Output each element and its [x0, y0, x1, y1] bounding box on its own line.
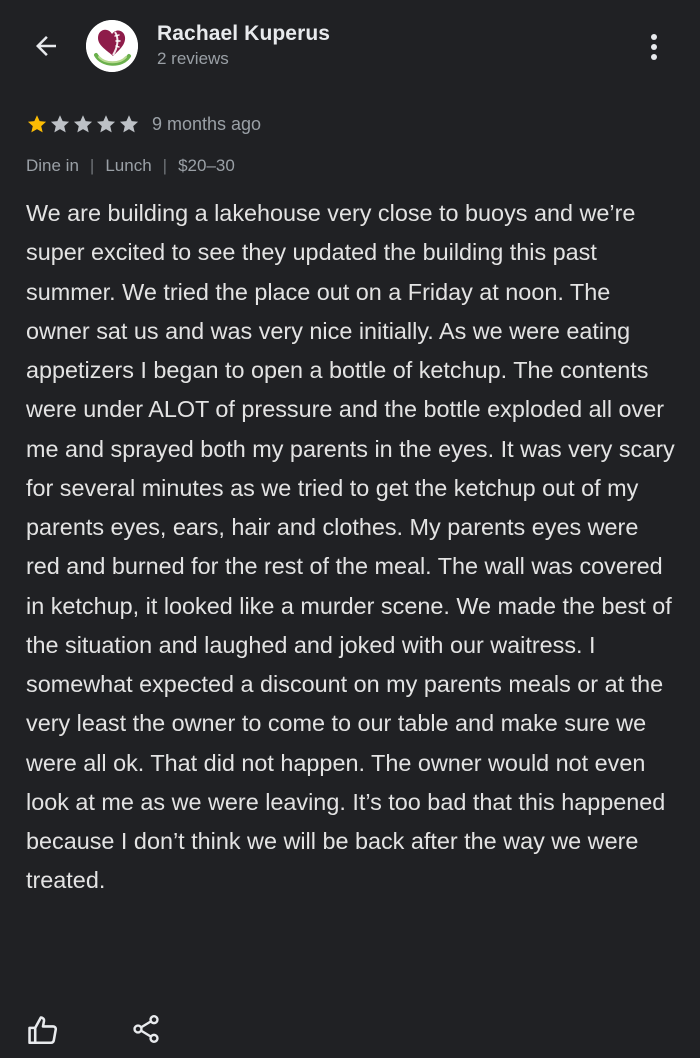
review-count: 2 reviews — [157, 49, 229, 68]
avatar[interactable] — [86, 20, 138, 72]
more-options-button[interactable] — [638, 28, 670, 66]
thumbs-up-icon — [28, 1016, 58, 1045]
back-button[interactable] — [28, 28, 64, 64]
share-icon — [133, 1015, 159, 1043]
rating-row: 9 months ago — [26, 110, 261, 138]
review-text: We are building a lakehouse very close t… — [26, 200, 675, 894]
more-vertical-icon — [651, 34, 657, 60]
reviewer-avatar-icon — [86, 20, 138, 72]
like-button[interactable] — [26, 1013, 62, 1049]
star-empty-icon — [118, 113, 140, 135]
tag-separator: | — [162, 156, 168, 175]
star-empty-icon — [95, 113, 117, 135]
review-actions — [0, 1008, 700, 1052]
star-empty-icon — [49, 113, 71, 135]
reviewer-name[interactable]: Rachael Kuperus — [157, 22, 330, 46]
star-empty-icon — [72, 113, 94, 135]
review-header: Rachael Kuperus 2 reviews — [0, 0, 700, 96]
visit-detail-tag: $20–30 — [178, 156, 235, 175]
visit-detail-tag: Lunch — [105, 156, 152, 175]
visit-detail-tag: Dine in — [26, 156, 79, 175]
visit-details: Dine in | Lunch | $20–30 — [26, 156, 235, 176]
tag-separator: | — [89, 156, 95, 175]
star-rating — [26, 113, 140, 135]
review-date: 9 months ago — [152, 113, 262, 134]
share-button[interactable] — [130, 1013, 166, 1049]
star-filled-icon — [26, 113, 48, 135]
arrow-back-icon — [36, 36, 56, 56]
